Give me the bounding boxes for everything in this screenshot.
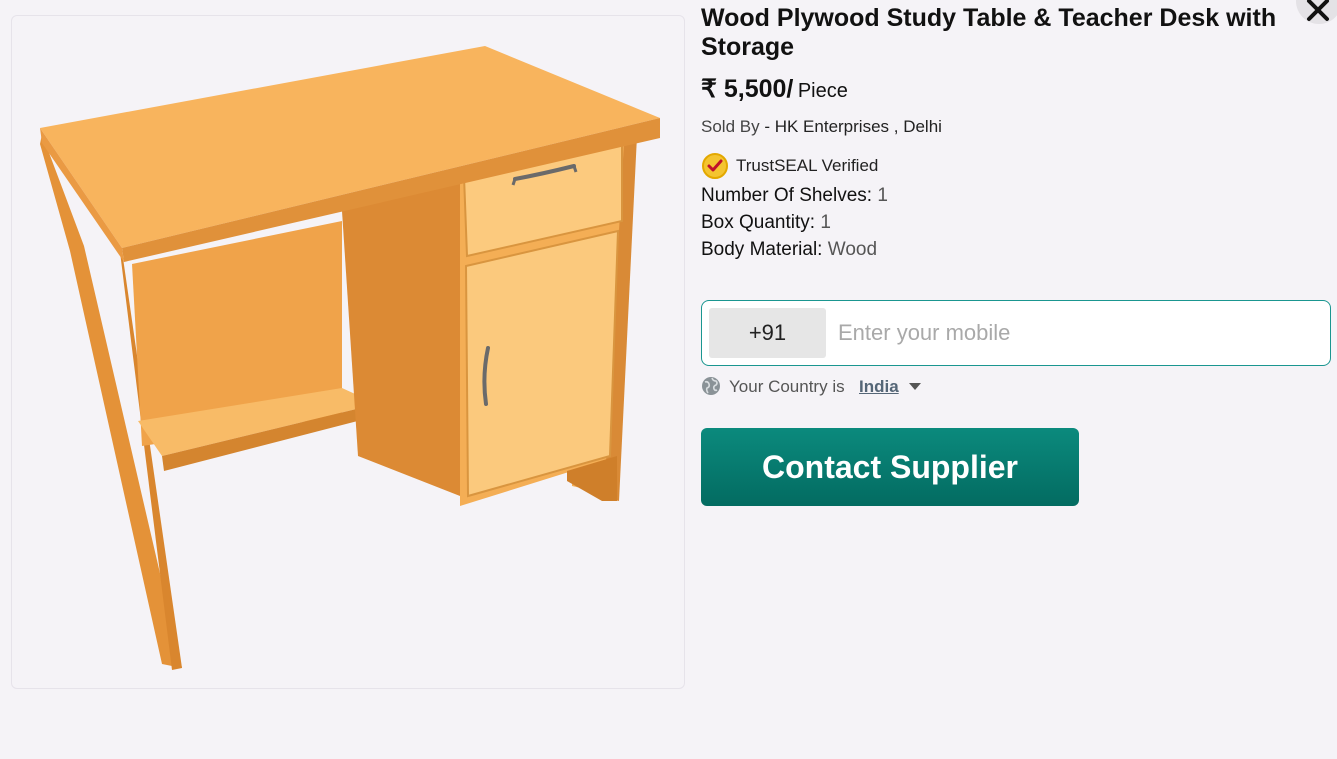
price: ₹ 5,500/ bbox=[701, 75, 794, 103]
product-title: Wood Plywood Study Table & Teacher Desk … bbox=[701, 4, 1277, 61]
chevron-down-icon[interactable] bbox=[908, 381, 922, 391]
country-label: Your Country is bbox=[729, 377, 845, 396]
product-image bbox=[40, 46, 660, 670]
mobile-input[interactable] bbox=[830, 308, 1328, 358]
spec-value: 1 bbox=[820, 212, 831, 233]
contact-supplier-button[interactable]: Contact Supplier bbox=[701, 428, 1079, 506]
trustseal-label: TrustSEAL Verified bbox=[736, 156, 879, 175]
close-button[interactable] bbox=[1296, 0, 1337, 24]
price-row: ₹ 5,500/ Piece bbox=[701, 74, 848, 104]
spec-key: Box Quantity: bbox=[701, 212, 816, 233]
sold-by-label: Sold By bbox=[701, 117, 760, 136]
spec-list: Number Of Shelves: 1 Box Quantity: 1 Bod… bbox=[701, 184, 888, 265]
spec-row: Body Material: Wood bbox=[701, 238, 888, 265]
trustseal-badge-icon bbox=[702, 153, 728, 179]
globe-icon bbox=[702, 377, 720, 395]
product-image-panel[interactable] bbox=[11, 15, 685, 689]
mobile-field-group: +91 bbox=[701, 300, 1331, 366]
spec-value: 1 bbox=[877, 185, 888, 206]
country-name[interactable]: India bbox=[859, 377, 899, 397]
spec-row: Number Of Shelves: 1 bbox=[701, 184, 888, 211]
spec-key: Body Material: bbox=[701, 239, 823, 260]
spec-value: Wood bbox=[827, 239, 878, 260]
spec-row: Box Quantity: 1 bbox=[701, 211, 888, 238]
price-unit: Piece bbox=[797, 80, 848, 102]
country-code[interactable]: +91 bbox=[709, 308, 826, 358]
close-icon bbox=[1307, 0, 1329, 21]
seller-name[interactable]: - HK Enterprises , Delhi bbox=[764, 117, 942, 136]
spec-key: Number Of Shelves: bbox=[701, 185, 873, 206]
sold-by: Sold By - HK Enterprises , Delhi bbox=[701, 117, 942, 137]
